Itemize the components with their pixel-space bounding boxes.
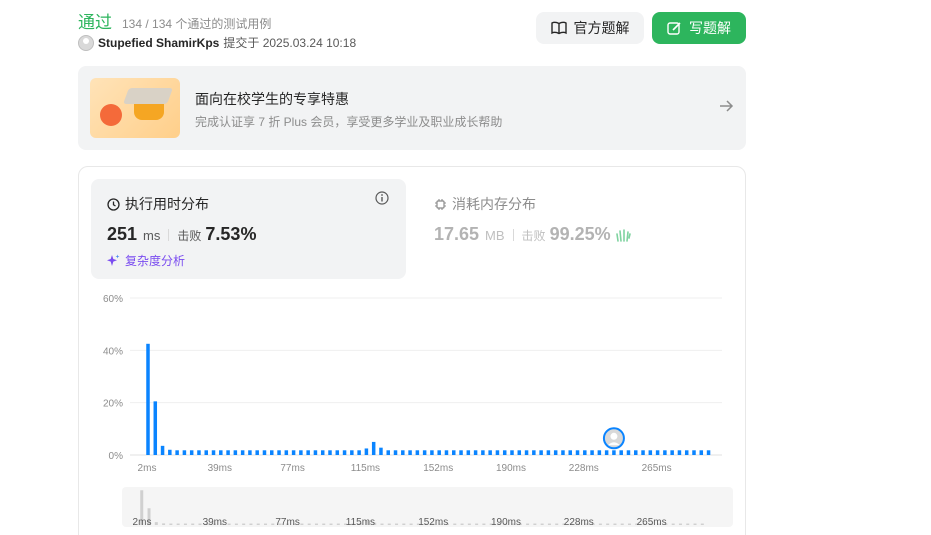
complexity-analysis-link[interactable]: 复杂度分析 [107, 252, 185, 269]
submission-status: 通过 134 / 134 个通过的测试用例 [78, 8, 271, 33]
runtime-beat-percent: 7.53% [205, 224, 257, 244]
chip-icon [435, 198, 446, 210]
memory-card[interactable]: 消耗内存分布 17.65 MB 击败 99.25% [434, 179, 734, 279]
student-promo-banner[interactable]: 面向在校学生的专享特惠 完成认证享 7 折 Plus 会员，享受更多学业及职业成… [78, 66, 746, 150]
sparkle-icon [107, 254, 120, 266]
runtime-title-text: 执行用时分布 [125, 196, 209, 212]
divider [512, 228, 514, 241]
runtime-card[interactable]: 执行用时分布 251 ms 击败 7.53% 复杂度分析 [91, 179, 406, 279]
memory-beat-label: 击败 [521, 229, 546, 243]
runtime-title: 执行用时分布 [107, 194, 209, 214]
submitter-name[interactable]: Stupefied ShamirKps [98, 36, 219, 50]
info-icon[interactable] [375, 191, 389, 205]
divider [168, 228, 170, 241]
promo-subtitle: 完成认证享 7 折 Plus 会员，享受更多学业及职业成长帮助 [195, 115, 503, 129]
memory-value-row: 17.65 MB 击败 99.25% [434, 224, 631, 245]
clock-icon [107, 197, 120, 211]
submitted-time: 提交于 2025.03.24 10:18 [223, 36, 357, 50]
passed-testcases: 134 / 134 个通过的测试用例 [122, 17, 272, 31]
avatar[interactable] [78, 34, 94, 51]
range-brush[interactable] [122, 487, 733, 527]
memory-value: 17.65 [434, 224, 480, 244]
clap-icon [615, 228, 631, 242]
memory-unit: MB [485, 228, 505, 243]
write-solution-button[interactable]: 写题解 [652, 12, 746, 44]
official-solution-button[interactable]: 官方题解 [536, 12, 644, 44]
complexity-analysis-label: 复杂度分析 [125, 254, 186, 268]
graduation-cap-illustration [90, 78, 180, 138]
status-result: 通过 [78, 13, 112, 32]
write-solution-label: 写题解 [689, 20, 731, 36]
book-icon [550, 21, 567, 35]
memory-title: 消耗内存分布 [434, 194, 536, 214]
runtime-beat-label: 击败 [177, 229, 202, 243]
arrow-right-icon[interactable] [718, 98, 734, 114]
memory-title-text: 消耗内存分布 [452, 196, 536, 212]
runtime-value: 251 [107, 224, 138, 244]
user-position-marker[interactable] [602, 427, 625, 450]
memory-beat-percent: 99.25% [549, 224, 611, 244]
official-solution-label: 官方题解 [573, 20, 630, 36]
runtime-value-row: 251 ms 击败 7.53% [107, 224, 256, 245]
submitter-info: Stupefied ShamirKps 提交于 2025.03.24 10:18 [78, 34, 356, 51]
promo-title: 面向在校学生的专享特惠 [195, 91, 349, 107]
runtime-unit: ms [143, 228, 161, 243]
edit-icon [667, 21, 681, 35]
